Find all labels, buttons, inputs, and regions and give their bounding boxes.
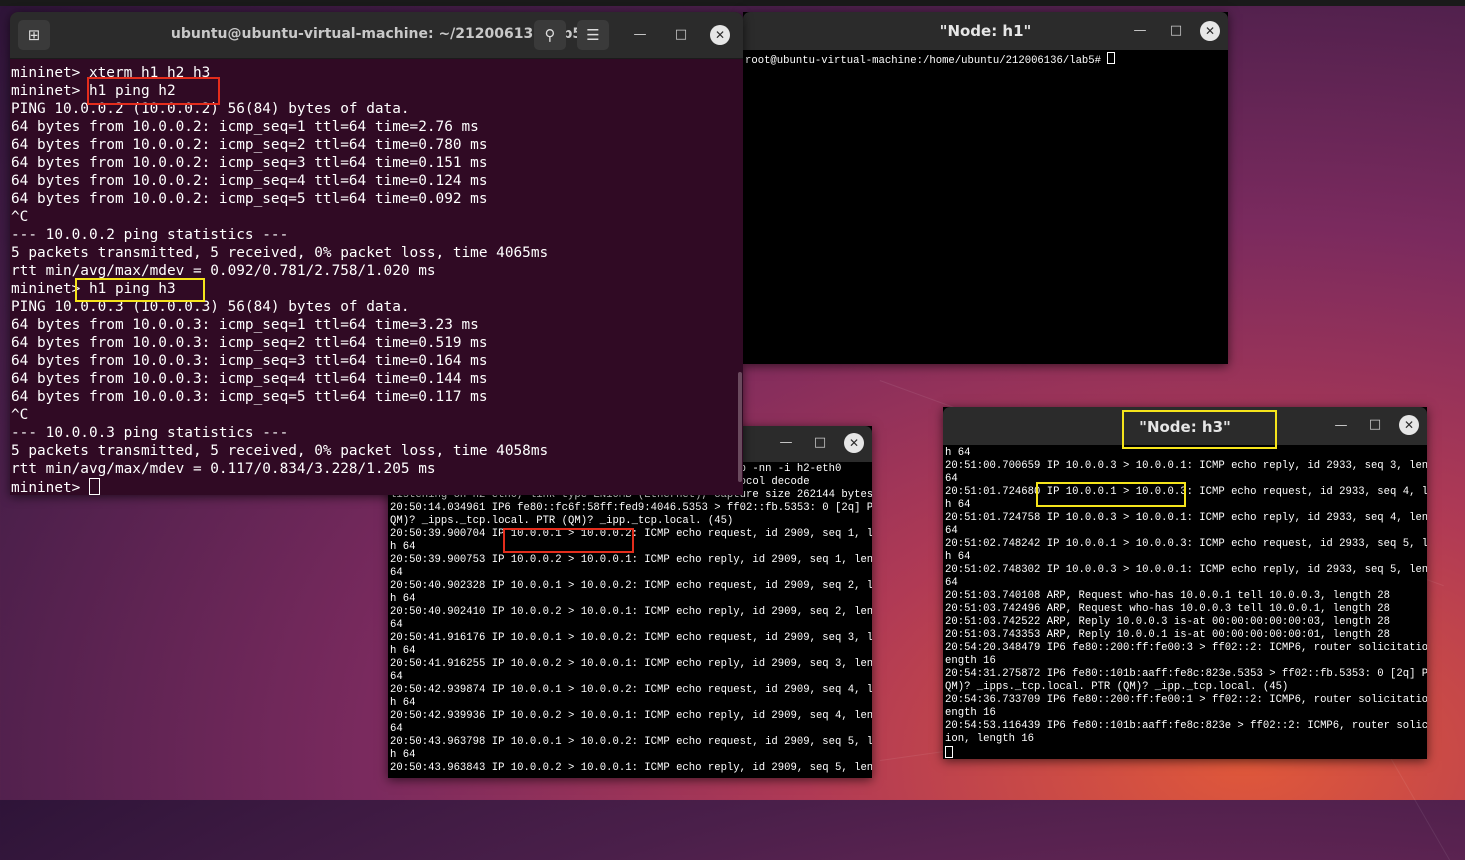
- terminal-line: 20:50:43.963798 IP 10.0.0.1 > 10.0.0.2: …: [390, 736, 872, 748]
- terminal-line: 64: [945, 473, 958, 485]
- terminal-line: 64 bytes from 10.0.0.2: icmp_seq=4 ttl=6…: [11, 173, 488, 189]
- terminal-line: rtt min/avg/max/mdev = 0.117/0.834/3.228…: [11, 461, 436, 477]
- terminal-line: 20:50:42.939936 IP 10.0.0.2 > 10.0.0.1: …: [390, 710, 872, 722]
- node-h1-body[interactable]: root@ubuntu-virtual-machine:/home/ubuntu…: [745, 52, 1228, 364]
- terminal-line: 64: [390, 671, 403, 683]
- minimize-icon[interactable]: —: [631, 26, 649, 44]
- terminal-line: 20:50:39.900753 IP 10.0.0.2 > 10.0.0.1: …: [390, 554, 872, 566]
- terminal-line: QM)? _ipps._tcp.local. PTR (QM)? _ipp._t…: [945, 681, 1289, 693]
- terminal-line: 64: [945, 525, 958, 537]
- node-h1-title: "Node: h1": [939, 22, 1032, 40]
- terminal-line: 64: [390, 567, 403, 579]
- close-icon[interactable]: ✕: [1399, 415, 1419, 435]
- terminal-line: 64 bytes from 10.0.0.3: icmp_seq=4 ttl=6…: [11, 371, 488, 387]
- terminal-line: root@ubuntu-virtual-machine:/home/ubuntu…: [745, 52, 1228, 67]
- maximize-icon[interactable]: □: [811, 434, 829, 452]
- terminal-line: --- 10.0.0.2 ping statistics ---: [11, 227, 289, 243]
- minimize-icon[interactable]: —: [1131, 22, 1149, 40]
- minimize-icon[interactable]: —: [777, 434, 795, 452]
- terminal-cursor: [945, 746, 953, 758]
- terminal-line: 20:50:40.902410 IP 10.0.0.2 > 10.0.0.1: …: [390, 606, 872, 618]
- terminal-cursor: [1107, 52, 1116, 64]
- node-h1-window[interactable]: "Node: h1" — □ ✕ root@ubuntu-virtual-mac…: [743, 12, 1228, 364]
- hamburger-menu-icon[interactable]: ☰: [577, 20, 609, 50]
- terminal-line: ^C: [11, 209, 29, 225]
- main-terminal-headerbar[interactable]: ⊞ ubuntu@ubuntu-virtual-machine: ~/21200…: [10, 12, 743, 59]
- search-icon[interactable]: ⚲: [534, 20, 566, 50]
- terminal-line: 20:51:01.724758 IP 10.0.0.3 > 10.0.0.1: …: [945, 512, 1427, 524]
- terminal-line: ength 16: [945, 707, 996, 719]
- terminal-line: h 64: [390, 645, 416, 657]
- terminal-line: 64 bytes from 10.0.0.2: icmp_seq=3 ttl=6…: [11, 155, 488, 171]
- terminal-line: 20:50:41.916255 IP 10.0.0.2 > 10.0.0.1: …: [390, 658, 872, 670]
- terminal-line: 20:50:43.963843 IP 10.0.0.2 > 10.0.0.1: …: [390, 762, 872, 774]
- maximize-icon[interactable]: □: [672, 26, 690, 44]
- terminal-line: 64: [390, 723, 403, 735]
- node-h3-window[interactable]: "Node: h3" — □ ✕ h 64 20:51:00.700659 IP …: [943, 407, 1427, 759]
- terminal-line: 64 bytes from 10.0.0.3: icmp_seq=5 ttl=6…: [11, 389, 488, 405]
- terminal-line: 64 bytes from 10.0.0.3: icmp_seq=3 ttl=6…: [11, 353, 488, 369]
- node-h2-body[interactable]: pdump -nn -i h2-eth0 protocol decodelist…: [390, 463, 872, 778]
- terminal-line: 5 packets transmitted, 5 received, 0% pa…: [11, 245, 549, 261]
- terminal-line: 20:51:03.740108 ARP, Request who-has 10.…: [945, 590, 1391, 602]
- terminal-line: 20:51:02.748242 IP 10.0.0.1 > 10.0.0.3: …: [945, 538, 1427, 550]
- terminal-line: ion, length 16: [945, 733, 1035, 745]
- terminal-line: [945, 746, 1427, 759]
- terminal-line: 20:50:41.916176 IP 10.0.0.1 > 10.0.0.2: …: [390, 632, 872, 644]
- highlight-h3-title: [1122, 410, 1277, 449]
- terminal-line: QM)? _ipps._tcp.local. PTR (QM)? _ipp._t…: [390, 515, 734, 527]
- terminal-line: 64 bytes from 10.0.0.3: icmp_seq=2 ttl=6…: [11, 335, 488, 351]
- terminal-line: 64: [390, 619, 403, 631]
- highlight-h2-ip-pair: [503, 528, 634, 553]
- terminal-line: 20:54:20.348479 IP6 fe80::200:ff:fe00:3 …: [945, 642, 1427, 654]
- terminal-line: mininet>: [11, 478, 743, 495]
- maximize-icon[interactable]: □: [1366, 416, 1384, 434]
- terminal-line: ength 16: [945, 655, 996, 667]
- terminal-line: h 64: [390, 749, 416, 761]
- terminal-line: 20:54:31.275872 IP6 fe80::101b:aaff:fe8c…: [945, 668, 1427, 680]
- terminal-line: 20:51:03.743353 ARP, Reply 10.0.0.1 is-a…: [945, 629, 1391, 641]
- terminal-line: 64 bytes from 10.0.0.2: icmp_seq=2 ttl=6…: [11, 137, 488, 153]
- node-h1-titlebar[interactable]: "Node: h1" — □ ✕: [743, 12, 1228, 50]
- terminal-line: h 64: [945, 551, 971, 563]
- node-h3-body[interactable]: h 64 20:51:00.700659 IP 10.0.0.3 > 10.0.0…: [945, 447, 1427, 759]
- terminal-line: 20:51:03.742522 ARP, Reply 10.0.0.3 is-a…: [945, 616, 1391, 628]
- terminal-line: 64 bytes from 10.0.0.3: icmp_seq=1 ttl=6…: [11, 317, 479, 333]
- terminal-line: ^C: [11, 407, 29, 423]
- close-icon[interactable]: ✕: [1200, 21, 1220, 41]
- terminal-line: 20:50:40.902328 IP 10.0.0.1 > 10.0.0.2: …: [390, 580, 872, 592]
- top-panel: [0, 0, 1465, 6]
- maximize-icon[interactable]: □: [1167, 22, 1185, 40]
- terminal-line: 20:50:42.939874 IP 10.0.0.1 > 10.0.0.2: …: [390, 684, 872, 696]
- terminal-line: h 64: [390, 593, 416, 605]
- terminal-line: h 64: [945, 499, 971, 511]
- close-icon[interactable]: ✕: [844, 433, 864, 453]
- terminal-line: 20:51:01.724680 IP 10.0.0.1 > 10.0.0.3: …: [945, 486, 1427, 498]
- terminal-line: 20:54:53.116439 IP6 fe80::101b:aaff:fe8c…: [945, 720, 1427, 732]
- terminal-scrollbar[interactable]: [738, 372, 742, 482]
- terminal-line: h 64: [390, 697, 416, 709]
- highlight-h1-ping-h2: [87, 77, 220, 105]
- terminal-line: 20:50:14.034961 IP6 fe80::fc6f:58ff:fed9…: [390, 502, 872, 514]
- terminal-line: 64 bytes from 10.0.0.2: icmp_seq=1 ttl=6…: [11, 119, 479, 135]
- terminal-line: --- 10.0.0.3 ping statistics ---: [11, 425, 289, 441]
- minimize-icon[interactable]: —: [1332, 417, 1350, 435]
- highlight-h1-ping-h3: [75, 278, 205, 302]
- terminal-line: 64 bytes from 10.0.0.2: icmp_seq=5 ttl=6…: [11, 191, 488, 207]
- terminal-line: 20:51:00.700659 IP 10.0.0.3 > 10.0.0.1: …: [945, 460, 1427, 472]
- highlight-h3-ip-pair: [1036, 482, 1186, 507]
- terminal-line: 5 packets transmitted, 5 received, 0% pa…: [11, 443, 549, 459]
- terminal-line: 20:54:36.733709 IP6 fe80::200:ff:fe00:1 …: [945, 694, 1427, 706]
- terminal-line: 20:51:02.748302 IP 10.0.0.3 > 10.0.0.1: …: [945, 564, 1427, 576]
- terminal-line: 20:51:03.742496 ARP, Request who-has 10.…: [945, 603, 1391, 615]
- terminal-line: 64: [945, 577, 958, 589]
- close-icon[interactable]: ✕: [710, 25, 730, 45]
- terminal-cursor: [88, 478, 100, 495]
